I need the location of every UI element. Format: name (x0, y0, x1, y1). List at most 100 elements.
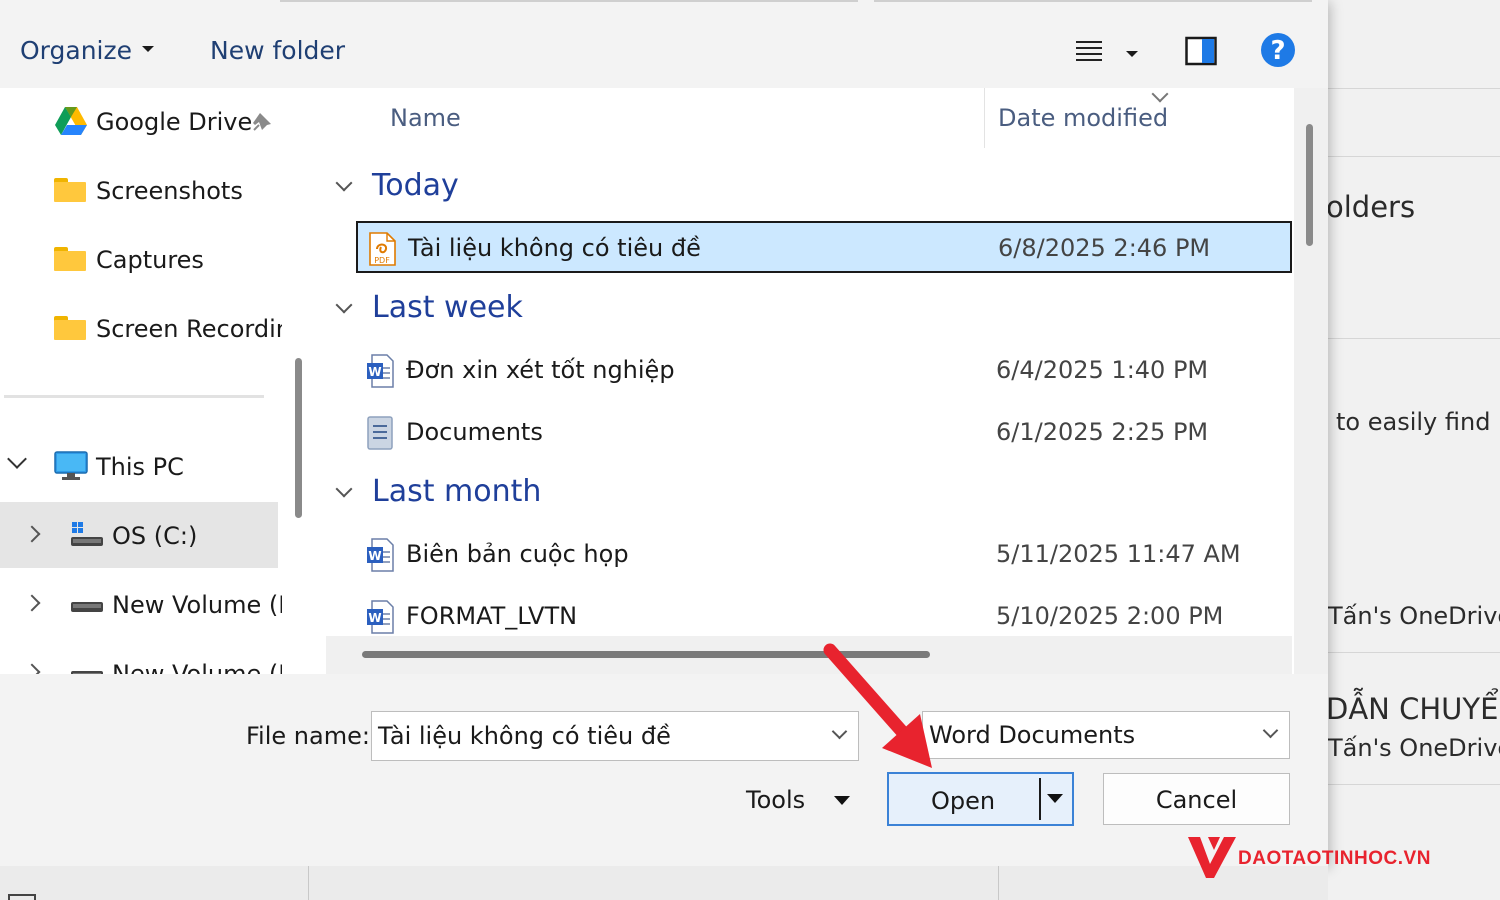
chevron-down-icon[interactable] (7, 449, 27, 469)
file-date: 6/8/2025 2:46 PM (998, 234, 1211, 262)
file-name: Documents (406, 418, 543, 446)
bg-divider (1328, 156, 1500, 157)
svg-text:W: W (368, 365, 381, 379)
bg-text: DẪN CHUYỂN (1328, 692, 1500, 726)
caret-down-icon (1126, 50, 1138, 57)
view-list-icon[interactable] (1074, 36, 1104, 66)
pin-icon[interactable] (250, 110, 274, 134)
bg-divider (1328, 784, 1500, 785)
bg-heading: olders (1328, 190, 1416, 224)
file-name: Đơn xin xét tốt nghiệp (406, 356, 675, 384)
scrollbar-thumb[interactable] (295, 358, 302, 518)
system-drive-icon (70, 520, 104, 550)
chevron-right-icon[interactable] (23, 663, 41, 674)
open-button[interactable]: Open (887, 772, 1074, 826)
organize-button[interactable]: Organize (20, 36, 154, 65)
watermark-text: DAOTAOTINHOC.VN (1238, 848, 1431, 869)
chevron-right-icon[interactable] (23, 525, 41, 543)
address-bar-strip (0, 0, 1328, 16)
cancel-label: Cancel (1155, 786, 1238, 814)
nav-label: OS (C:) (112, 522, 198, 550)
nav-label: Captures (96, 246, 204, 274)
search-box[interactable] (874, 0, 1312, 2)
background-app: olders to easily find la Tấn's OneDrive … (1328, 0, 1500, 900)
svg-text:W: W (368, 549, 381, 563)
nav-item-google-drive[interactable]: Google Drive (0, 88, 282, 154)
split-divider (1039, 778, 1041, 820)
bg-divider (1328, 652, 1500, 653)
strip-divider (998, 866, 999, 900)
nav-item-new-volume-e[interactable]: New Volume (E:) (0, 640, 282, 674)
file-date: 5/10/2025 2:00 PM (996, 602, 1224, 630)
file-row[interactable]: W Biên bản cuộc họp 5/11/2025 11:47 AM (356, 529, 1292, 581)
nav-item-captures[interactable]: Captures (0, 226, 282, 292)
file-row[interactable]: Documents 6/1/2025 2:25 PM (356, 407, 1292, 459)
pdf-file-icon: PDF (368, 232, 396, 266)
vertical-scrollbar[interactable] (1294, 88, 1328, 674)
nav-item-screenshots[interactable]: Screenshots (0, 157, 282, 223)
chevron-down-icon (1262, 722, 1279, 739)
open-options-caret-icon[interactable] (1047, 794, 1063, 803)
dialog-footer: File name: Tài liệu không có tiêu đề Wor… (0, 674, 1328, 866)
file-name: Tài liệu không có tiêu đề (408, 234, 701, 262)
column-header-name[interactable]: Name (390, 104, 461, 132)
organize-label: Organize (20, 36, 132, 65)
file-row[interactable]: W Đơn xin xét tốt nghiệp 6/4/2025 1:40 P… (356, 345, 1292, 397)
navigation-pane: Google Drive Screenshots Captures Screen… (0, 88, 282, 674)
bg-text: Tấn's OneDrive (1328, 602, 1500, 630)
svg-text:W: W (368, 611, 381, 625)
help-glyph: ? (1270, 36, 1285, 66)
nav-label: New Volume (E:) (112, 660, 282, 674)
file-type-select[interactable]: Word Documents (922, 711, 1290, 759)
caret-down-icon (142, 46, 154, 52)
bg-divider (1328, 338, 1500, 339)
group-header-today[interactable]: Today (335, 168, 459, 203)
tools-label: Tools (746, 786, 806, 814)
file-name-combobox[interactable]: Tài liệu không có tiêu đề (371, 711, 859, 761)
nav-item-os-c[interactable]: OS (C:) (0, 502, 278, 568)
annotation-arrow-icon (810, 630, 950, 780)
word-file-icon: W (366, 600, 394, 634)
preview-pane-icon[interactable] (1185, 36, 1217, 66)
svg-text:PDF: PDF (374, 256, 390, 265)
scrollbar-thumb[interactable] (1306, 124, 1313, 246)
new-folder-button[interactable]: New folder (210, 36, 345, 65)
group-label: Today (372, 168, 459, 203)
nav-label: Google Drive (96, 108, 253, 136)
toolbar: Organize New folder ? (0, 16, 1328, 88)
bg-text: to easily find la (1336, 408, 1500, 436)
group-header-last-month[interactable]: Last month (335, 474, 542, 509)
word-file-icon: W (366, 538, 394, 572)
monitor-icon (54, 451, 88, 481)
address-bar[interactable] (280, 0, 858, 2)
sort-chevron-icon (1151, 88, 1169, 103)
word-file-icon: W (366, 354, 394, 388)
nav-item-screen-recordings[interactable]: Screen Recordings (0, 295, 282, 361)
nav-scrollbar[interactable] (282, 88, 318, 674)
chevron-right-icon[interactable] (23, 594, 41, 612)
google-drive-icon (54, 106, 88, 136)
cancel-button[interactable]: Cancel (1103, 773, 1290, 825)
tools-button[interactable]: Tools (746, 786, 850, 814)
column-header-date-modified[interactable]: Date modified (998, 104, 1168, 132)
nav-item-this-pc[interactable]: This PC (0, 433, 282, 499)
file-name: FORMAT_LVTN (406, 602, 578, 630)
file-date: 5/11/2025 11:47 AM (996, 540, 1241, 568)
file-list: Name Date modified Today PDF Tài liệu kh… (318, 88, 1294, 674)
open-file-dialog: Organize New folder ? Google Drive Scree… (0, 0, 1328, 866)
caret-down-icon (834, 796, 850, 805)
folder-icon (54, 178, 86, 202)
horizontal-scrollbar[interactable] (326, 636, 1292, 674)
drive-icon (70, 599, 104, 613)
help-icon[interactable]: ? (1260, 32, 1296, 68)
watermark: DAOTAOTINHOC.VN (1186, 832, 1486, 884)
file-name-input[interactable]: Tài liệu không có tiêu đề (378, 722, 671, 750)
nav-item-new-volume-d[interactable]: New Volume (D:) (0, 571, 282, 637)
view-options-caret-icon[interactable] (1126, 46, 1138, 65)
group-label: Last month (372, 474, 542, 509)
chevron-down-icon (335, 480, 353, 498)
column-separator[interactable] (984, 88, 985, 148)
group-header-last-week[interactable]: Last week (335, 290, 523, 325)
file-date: 6/1/2025 2:25 PM (996, 418, 1209, 446)
file-row[interactable]: PDF Tài liệu không có tiêu đề 6/8/2025 2… (356, 221, 1292, 273)
